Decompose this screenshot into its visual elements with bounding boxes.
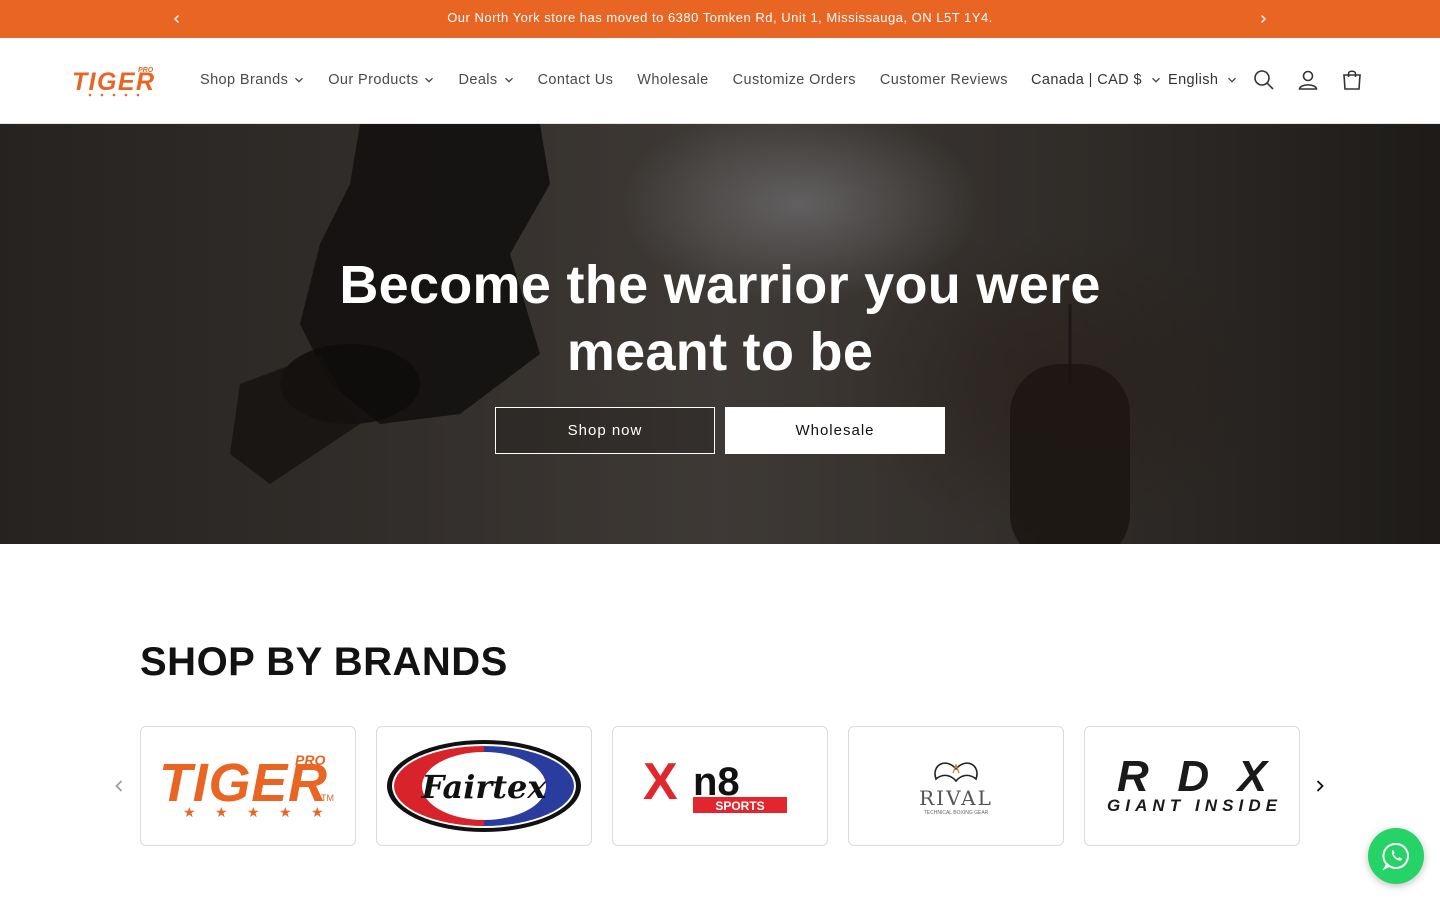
- hero-heading: Become the warrior you were meant to be: [339, 255, 1101, 382]
- nav-shop-brands[interactable]: Shop Brands: [200, 72, 304, 88]
- xn8-logo: X n8 SPORTS: [643, 753, 787, 813]
- country-selector[interactable]: Canada | CAD $: [1031, 72, 1161, 88]
- brands-section-title: SHOP BY BRANDS: [140, 640, 508, 684]
- shop-now-button[interactable]: Shop now: [495, 407, 715, 454]
- svg-text:Fairtex: Fairtex: [421, 768, 548, 806]
- language-selector[interactable]: English: [1168, 72, 1237, 88]
- chevron-right-icon: [1316, 780, 1324, 792]
- chevron-down-icon: [425, 77, 434, 83]
- svg-text:SPORTS: SPORTS: [715, 799, 764, 813]
- svg-text:RDX: RDX: [1117, 752, 1270, 801]
- svg-text:★: ★: [247, 805, 260, 821]
- nav-customer-reviews[interactable]: Customer Reviews: [880, 72, 1008, 88]
- svg-text:★: ★: [215, 805, 228, 821]
- chevron-down-icon: [295, 77, 304, 83]
- announcement-next-button[interactable]: [1252, 8, 1274, 30]
- svg-text:TECHNICAL BOXING GEAR: TECHNICAL BOXING GEAR: [924, 810, 989, 816]
- nav-our-products[interactable]: Our Products: [328, 72, 434, 88]
- nav-label: Deals: [458, 72, 498, 88]
- svg-text:TM: TM: [321, 793, 334, 803]
- chevron-down-icon: [1228, 77, 1237, 83]
- site-logo[interactable]: TIGER PRO: [70, 64, 162, 100]
- chevron-down-icon: [504, 77, 513, 83]
- svg-text:RIVAL: RIVAL: [919, 786, 993, 810]
- wholesale-button[interactable]: Wholesale: [725, 407, 945, 454]
- language-label: English: [1168, 72, 1219, 88]
- whatsapp-chat-button[interactable]: [1368, 828, 1424, 884]
- nav-label: Shop Brands: [200, 72, 289, 88]
- brand-card-rival[interactable]: RIVAL TECHNICAL BOXING GEAR: [848, 726, 1064, 846]
- nav-label: Customer Reviews: [879, 72, 1008, 88]
- nav-customize-orders[interactable]: Customize Orders: [733, 72, 856, 88]
- nav-label: Customize Orders: [732, 72, 856, 88]
- site-header: TIGER PRO Shop Brands Our Products Deals…: [0, 38, 1440, 124]
- nav-wholesale[interactable]: Wholesale: [637, 72, 708, 88]
- brands-prev-button[interactable]: [107, 774, 131, 798]
- chevron-left-icon: [115, 780, 123, 792]
- chevron-right-icon: [1261, 15, 1266, 23]
- svg-text:PRO: PRO: [138, 67, 154, 74]
- cart-icon: [1343, 70, 1361, 90]
- chevron-down-icon: [1151, 77, 1160, 83]
- brand-card-xn8[interactable]: X n8 SPORTS: [612, 726, 828, 846]
- svg-text:★: ★: [183, 805, 196, 821]
- nav-deals[interactable]: Deals: [458, 72, 513, 88]
- account-icon: [1298, 70, 1318, 90]
- fairtex-logo: Fairtex: [387, 740, 581, 832]
- svg-text:PRO: PRO: [295, 752, 325, 768]
- nav-label: Wholesale: [637, 72, 709, 88]
- search-button[interactable]: [1252, 68, 1276, 92]
- rdx-logo: RDX GIANT INSIDE: [1107, 752, 1278, 815]
- whatsapp-icon: [1382, 842, 1409, 871]
- main-nav: Shop Brands Our Products Deals Contact U…: [200, 72, 1032, 88]
- announcement-bar: Our North York store has moved to 6380 T…: [0, 0, 1440, 38]
- brand-card-tiger-pro[interactable]: TIGER PRO TM ★ ★ ★ ★ ★: [140, 726, 356, 846]
- nav-label: Our Products: [328, 72, 419, 88]
- announcement-message: Our North York store has moved to 6380 T…: [447, 10, 993, 25]
- brand-card-rdx[interactable]: RDX GIANT INSIDE: [1084, 726, 1300, 846]
- account-button[interactable]: [1296, 68, 1320, 92]
- tiger-pro-logo: TIGER PRO TM ★ ★ ★ ★ ★: [159, 752, 334, 821]
- brand-card-fairtex[interactable]: Fairtex: [376, 726, 592, 846]
- svg-text:★: ★: [279, 805, 292, 821]
- search-icon: [1254, 70, 1274, 90]
- brands-next-button[interactable]: [1308, 774, 1332, 798]
- cart-button[interactable]: [1340, 68, 1364, 92]
- rival-logo: RIVAL TECHNICAL BOXING GEAR: [919, 762, 993, 816]
- nav-label: Contact Us: [537, 72, 614, 88]
- country-label: Canada | CAD $: [1031, 72, 1142, 88]
- svg-text:★: ★: [311, 805, 324, 821]
- nav-contact-us[interactable]: Contact Us: [538, 72, 614, 88]
- hero-banner: Become the warrior you were meant to be …: [0, 124, 1440, 544]
- svg-text:X: X: [643, 753, 678, 811]
